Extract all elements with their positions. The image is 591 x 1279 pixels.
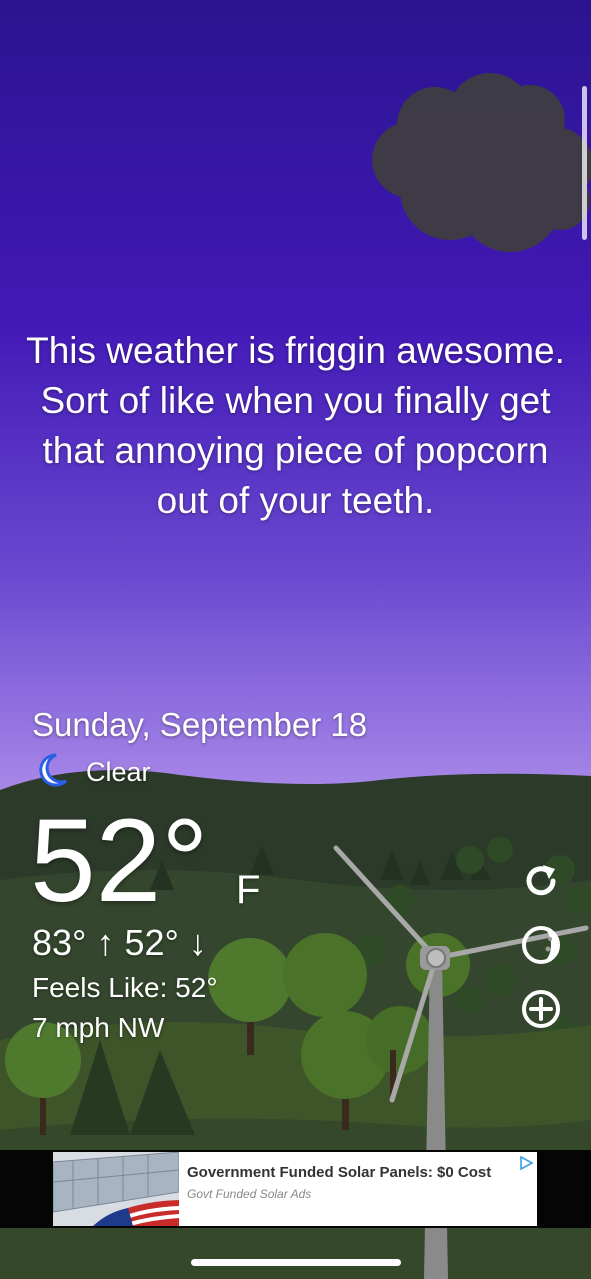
ad-banner[interactable]: Government Funded Solar Panels: $0 Cost … [53,1152,537,1226]
ad-title[interactable]: Government Funded Solar Panels: $0 Cost [187,1164,491,1181]
refresh-icon [521,861,561,906]
cloud-icon [372,73,591,252]
condition-label: Clear [86,756,151,787]
ad-subtitle: Govt Funded Solar Ads [187,1187,312,1201]
ad-choices-icon[interactable] [519,1155,534,1175]
background-scene [0,73,591,1279]
moon-phase-icon [521,925,561,970]
forecast-date: Sunday, September 18 [32,706,368,743]
add-location-button[interactable] [520,989,562,1034]
refresh-button[interactable] [520,862,562,904]
moon-phase-button[interactable] [520,925,562,970]
add-icon [521,989,561,1034]
moon-icon [36,752,68,792]
solar-panel-flag-image [53,1152,179,1226]
home-indicator[interactable] [191,1259,401,1266]
temperature-unit[interactable]: F [236,868,260,913]
scroll-indicator[interactable] [582,86,587,240]
condition-row: Clear [36,752,151,792]
high-low-temperature: 83° ↑ 52° ↓ [32,922,207,963]
wind-speed: 7 mph NW [32,1012,165,1043]
weather-quote: This weather is friggin awesome. Sort of… [26,330,565,521]
feels-like: Feels Like: 52° [32,972,218,1003]
current-temperature: 52° [30,795,209,927]
